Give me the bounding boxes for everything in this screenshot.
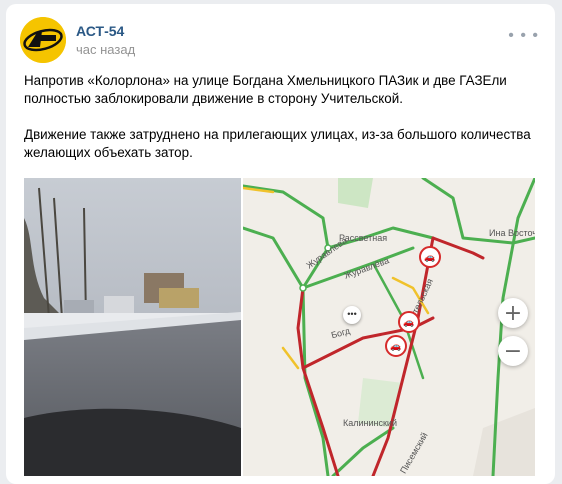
traffic-accident-icon[interactable]: 🚗 [398,311,420,333]
street-label-kalininsky: Калининский [343,418,397,428]
avatar[interactable] [20,17,66,63]
post-text: Напротив «Колорлона» на улице Богдана Хм… [24,72,544,180]
zoom-out-button[interactable]: − [498,336,528,366]
traffic-map[interactable]: Рассветная Журавлева Журавлёва Ина Восто… [243,178,535,476]
traffic-accident-icon[interactable]: 🚗 [419,246,441,268]
traffic-accident-icon[interactable]: 🚗 [385,335,407,357]
zoom-in-button[interactable]: + [498,298,528,328]
post-card: АСТ-54 час назад • • • Напротив «Колорло… [6,4,555,484]
street-label-ina-vostochnaya: Ина Восточная [489,228,535,238]
street-photo[interactable] [24,178,241,476]
post-author[interactable]: АСТ-54 [76,23,124,39]
street-photo-image [24,178,241,476]
post-time[interactable]: час назад [76,42,135,57]
post-paragraph-2: Движение также затруднено на прилегающих… [24,127,531,160]
ast54-logo-icon [20,17,66,63]
traffic-map-image [243,178,535,476]
post-paragraph-1: Напротив «Колорлона» на улице Богдана Хм… [24,73,507,106]
chat-icon[interactable]: ••• [343,306,361,324]
more-icon[interactable]: • • • [508,28,539,44]
